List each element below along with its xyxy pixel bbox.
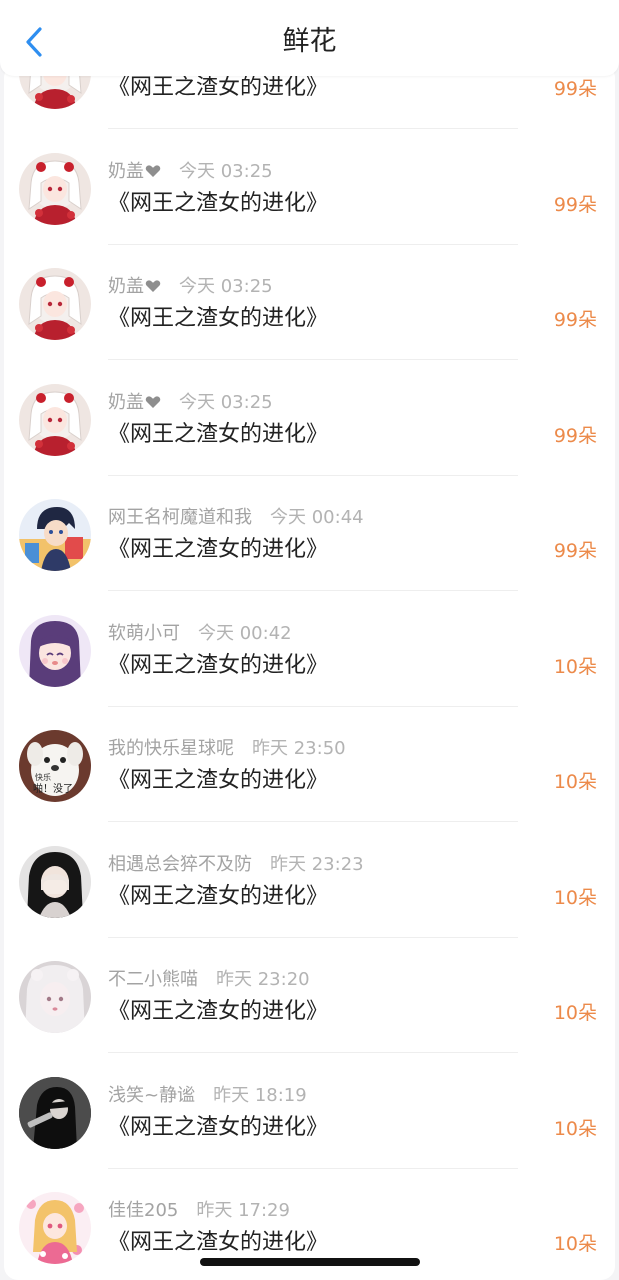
sender-meta: 奶盖 今天 03:25 (108, 272, 273, 298)
book-title[interactable]: 《网王之渣女的进化》 (108, 762, 328, 794)
send-time: 今天 03:25 (179, 276, 273, 297)
sender-name[interactable]: 我的快乐星球呢 (108, 738, 234, 759)
user-avatar[interactable] (19, 1192, 91, 1264)
user-avatar[interactable] (19, 268, 91, 340)
sender-meta: 不二小熊喵 昨天 23:20 (108, 965, 310, 991)
flower-list-item[interactable]: 浅笑~静谧 昨天 18:19 《网王之渣女的进化》 10朵 (4, 1054, 615, 1169)
send-time: 今天 03:25 (179, 160, 273, 182)
sender-name[interactable]: 佳佳205 (108, 1200, 178, 1221)
sender-name[interactable]: 奶盖 (108, 276, 144, 297)
flower-list-item[interactable]: 相遇总会猝不及防 昨天 23:23 《网王之渣女的进化》 10朵 (4, 823, 615, 938)
sender-meta: 浅笑~静谧 昨天 18:19 (108, 1081, 307, 1107)
nav-bar: 鲜花 (0, 0, 619, 76)
flower-count: 99朵 (553, 193, 597, 216)
heart-icon (145, 164, 161, 177)
sender-name[interactable]: 奶盖 (108, 161, 144, 182)
user-avatar[interactable] (19, 383, 91, 456)
book-title[interactable]: 《网王之渣女的进化》 (108, 993, 328, 1025)
book-title[interactable]: 《网王之渣女的进化》 (108, 1224, 328, 1256)
flower-count: 10朵 (553, 1117, 597, 1140)
sender-meta: 相遇总会猝不及防 昨天 23:23 (108, 850, 364, 876)
heart-icon (145, 395, 161, 408)
flower-list-item[interactable]: 网王名柯魔道和我 今天 00:44 《网王之渣女的进化》 99朵 (4, 476, 615, 591)
sender-name[interactable]: 相遇总会猝不及防 (108, 854, 252, 875)
book-title[interactable]: 《网王之渣女的进化》 (108, 878, 328, 910)
book-title[interactable]: 《网王之渣女的进化》 (108, 647, 328, 679)
flower-count: 10朵 (553, 1002, 597, 1024)
user-avatar[interactable] (19, 499, 91, 571)
sender-name[interactable]: 奶盖 (108, 392, 144, 413)
send-time: 今天 00:42 (198, 622, 292, 644)
send-time: 今天 03:25 (179, 391, 273, 413)
flower-count: 10朵 (553, 886, 597, 909)
flower-list-item[interactable]: 快乐 啪！没了 我的快乐星球呢 昨天 23:50 《网王之渣女的进化》 10朵 (4, 707, 615, 822)
sender-meta: 我的快乐星球呢 昨天 23:50 (108, 734, 346, 760)
book-title[interactable]: 《网王之渣女的进化》 (108, 1109, 328, 1141)
sender-name[interactable]: 不二小熊喵 (108, 969, 198, 990)
sender-meta: 佳佳205 昨天 17:29 (108, 1196, 290, 1222)
flower-count: 99朵 (553, 78, 597, 100)
flower-count: 10朵 (553, 1233, 597, 1255)
user-avatar[interactable] (19, 152, 91, 225)
flower-list-item[interactable]: 不二小熊喵 昨天 23:20 《网王之渣女的进化》 10朵 (4, 938, 615, 1053)
user-avatar[interactable] (19, 961, 91, 1033)
flower-list-item[interactable]: 奶盖 今天 03:25 《网王之渣女的进化》 99朵 (4, 361, 615, 476)
sender-name[interactable]: 浅笑~静谧 (108, 1085, 195, 1106)
user-avatar[interactable] (19, 1076, 91, 1149)
send-time: 昨天 23:20 (216, 969, 310, 990)
book-title[interactable]: 《网王之渣女的进化》 (108, 300, 328, 332)
book-title[interactable]: 《网王之渣女的进化》 (108, 531, 328, 563)
flower-list-item[interactable]: 奶盖 今天 03:25 《网王之渣女的进化》 99朵 (4, 245, 615, 360)
sender-name[interactable]: 软萌小可 (108, 623, 180, 644)
user-avatar[interactable] (19, 614, 91, 687)
send-time: 今天 00:44 (270, 507, 364, 528)
heart-icon (145, 280, 161, 292)
page-title: 鲜花 (282, 26, 337, 57)
flower-list-card: 《网王之渣女的进化》 99朵 奶盖 今天 03:25 《网王之渣女的进化》 99朵 (4, 64, 615, 1280)
user-avatar[interactable] (19, 845, 91, 918)
user-avatar[interactable]: 快乐 啪！没了 (19, 730, 91, 802)
flower-list-item[interactable]: 软萌小可 今天 00:42 《网王之渣女的进化》 10朵 (4, 592, 615, 707)
book-title[interactable]: 《网王之渣女的进化》 (108, 416, 328, 448)
flower-count: 99朵 (553, 424, 597, 447)
flower-count: 10朵 (553, 655, 597, 678)
flower-count: 99朵 (553, 309, 597, 331)
sender-meta: 网王名柯魔道和我 今天 00:44 (108, 503, 364, 529)
dog-caption-line1: 快乐 (35, 772, 51, 782)
dog-caption-line2: 啪！没了 (33, 782, 73, 795)
sender-meta: 软萌小可 今天 00:42 (108, 619, 292, 645)
sender-meta: 奶盖 今天 03:25 (108, 388, 273, 414)
book-title[interactable]: 《网王之渣女的进化》 (108, 185, 328, 217)
sender-name[interactable]: 网王名柯魔道和我 (108, 507, 252, 528)
send-time: 昨天 17:29 (196, 1200, 290, 1221)
flower-count: 10朵 (553, 771, 597, 793)
send-time: 昨天 18:19 (213, 1084, 307, 1106)
send-time: 昨天 23:23 (270, 853, 364, 875)
home-indicator (200, 1258, 420, 1266)
sender-meta: 奶盖 今天 03:25 (108, 157, 273, 183)
flower-list-item[interactable]: 奶盖 今天 03:25 《网王之渣女的进化》 99朵 (4, 130, 615, 245)
flower-count: 99朵 (553, 540, 597, 562)
send-time: 昨天 23:50 (252, 738, 346, 759)
